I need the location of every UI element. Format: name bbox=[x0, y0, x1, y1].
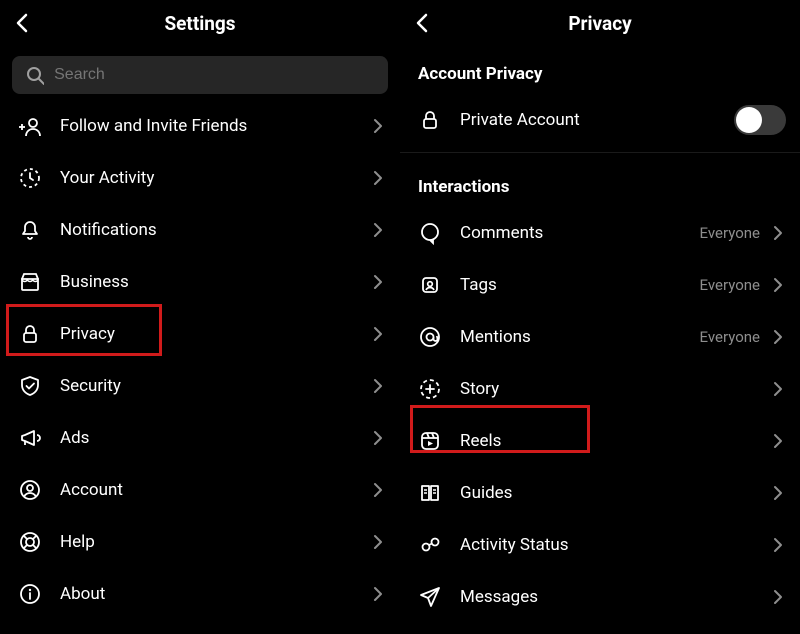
chevron-right-icon bbox=[768, 484, 786, 502]
chevron-right-icon bbox=[768, 432, 786, 450]
privacy-item-tags[interactable]: Tags Everyone bbox=[400, 259, 800, 311]
row-label: Follow and Invite Friends bbox=[60, 116, 368, 136]
row-label: Ads bbox=[60, 428, 368, 448]
mention-icon bbox=[416, 323, 444, 351]
chevron-left-icon bbox=[411, 11, 435, 35]
settings-item-follow-invite[interactable]: Follow and Invite Friends bbox=[0, 100, 400, 152]
row-label: Your Activity bbox=[60, 168, 368, 188]
row-label: Notifications bbox=[60, 220, 368, 240]
row-label: Reels bbox=[460, 431, 768, 451]
row-label: Help bbox=[60, 532, 368, 552]
row-label: Story bbox=[460, 379, 768, 399]
settings-header: Settings bbox=[0, 0, 400, 46]
chevron-right-icon bbox=[768, 380, 786, 398]
chevron-left-icon bbox=[11, 11, 35, 35]
reels-icon bbox=[416, 427, 444, 455]
bell-icon bbox=[16, 216, 44, 244]
chevron-right-icon bbox=[368, 325, 386, 343]
guides-icon bbox=[416, 479, 444, 507]
settings-item-business[interactable]: Business bbox=[0, 256, 400, 308]
section-account-privacy: Account Privacy bbox=[400, 46, 800, 94]
storefront-icon bbox=[16, 268, 44, 296]
settings-search[interactable] bbox=[12, 56, 388, 94]
row-label: Security bbox=[60, 376, 368, 396]
shield-check-icon bbox=[16, 372, 44, 400]
row-label: Tags bbox=[460, 275, 700, 295]
divider bbox=[400, 152, 800, 153]
back-button-settings[interactable] bbox=[10, 10, 36, 36]
person-circle-icon bbox=[16, 476, 44, 504]
row-label: Guides bbox=[460, 483, 768, 503]
chevron-right-icon bbox=[368, 481, 386, 499]
lock-icon bbox=[416, 106, 444, 134]
privacy-title: Privacy bbox=[400, 12, 800, 35]
settings-item-help[interactable]: Help bbox=[0, 516, 400, 568]
search-input[interactable] bbox=[54, 66, 376, 84]
privacy-item-messages[interactable]: Messages bbox=[400, 571, 800, 623]
privacy-item-mentions[interactable]: Mentions Everyone bbox=[400, 311, 800, 363]
chevron-right-icon bbox=[368, 221, 386, 239]
life-ring-icon bbox=[16, 528, 44, 556]
settings-item-your-activity[interactable]: Your Activity bbox=[0, 152, 400, 204]
add-user-icon bbox=[16, 112, 44, 140]
chevron-right-icon bbox=[768, 536, 786, 554]
section-interactions: Interactions bbox=[400, 159, 800, 207]
row-label: Mentions bbox=[460, 327, 700, 347]
chevron-right-icon bbox=[368, 585, 386, 603]
privacy-screen: Privacy Account Privacy Private Account … bbox=[400, 0, 800, 634]
privacy-item-reels[interactable]: Reels bbox=[400, 415, 800, 467]
row-label: Account bbox=[60, 480, 368, 500]
chevron-right-icon bbox=[768, 328, 786, 346]
settings-item-ads[interactable]: Ads bbox=[0, 412, 400, 464]
row-label: Privacy bbox=[60, 324, 368, 344]
chevron-right-icon bbox=[368, 377, 386, 395]
settings-title: Settings bbox=[0, 12, 400, 35]
settings-item-security[interactable]: Security bbox=[0, 360, 400, 412]
privacy-item-story[interactable]: Story bbox=[400, 363, 800, 415]
row-value: Everyone bbox=[700, 224, 760, 242]
chevron-right-icon bbox=[768, 224, 786, 242]
chevron-right-icon bbox=[368, 429, 386, 447]
settings-item-account[interactable]: Account bbox=[0, 464, 400, 516]
privacy-item-guides[interactable]: Guides bbox=[400, 467, 800, 519]
row-label: Private Account bbox=[460, 110, 734, 130]
chevron-right-icon bbox=[768, 276, 786, 294]
row-value: Everyone bbox=[700, 328, 760, 346]
settings-screen: Settings Follow and Invite Friends Your … bbox=[0, 0, 400, 634]
clock-icon bbox=[16, 164, 44, 192]
privacy-header: Privacy bbox=[400, 0, 800, 46]
chevron-right-icon bbox=[768, 588, 786, 606]
info-icon bbox=[16, 580, 44, 608]
settings-item-about[interactable]: About bbox=[0, 568, 400, 620]
chevron-right-icon bbox=[368, 117, 386, 135]
row-label: Business bbox=[60, 272, 368, 292]
settings-item-privacy[interactable]: Privacy bbox=[0, 308, 400, 360]
search-icon bbox=[24, 64, 44, 86]
settings-item-notifications[interactable]: Notifications bbox=[0, 204, 400, 256]
story-add-icon bbox=[416, 375, 444, 403]
row-label: About bbox=[60, 584, 368, 604]
lock-icon bbox=[16, 320, 44, 348]
private-account-toggle[interactable] bbox=[734, 105, 786, 135]
comment-icon bbox=[416, 219, 444, 247]
row-label: Comments bbox=[460, 223, 700, 243]
privacy-item-comments[interactable]: Comments Everyone bbox=[400, 207, 800, 259]
activity-status-icon bbox=[416, 531, 444, 559]
chevron-right-icon bbox=[368, 169, 386, 187]
chevron-right-icon bbox=[368, 273, 386, 291]
messages-icon bbox=[416, 583, 444, 611]
back-button-privacy[interactable] bbox=[410, 10, 436, 36]
row-label: Activity Status bbox=[460, 535, 768, 555]
row-value: Everyone bbox=[700, 276, 760, 294]
row-label: Messages bbox=[460, 587, 768, 607]
tags-icon bbox=[416, 271, 444, 299]
private-account-row: Private Account bbox=[400, 94, 800, 146]
privacy-item-activity-status[interactable]: Activity Status bbox=[400, 519, 800, 571]
chevron-right-icon bbox=[368, 533, 386, 551]
megaphone-icon bbox=[16, 424, 44, 452]
